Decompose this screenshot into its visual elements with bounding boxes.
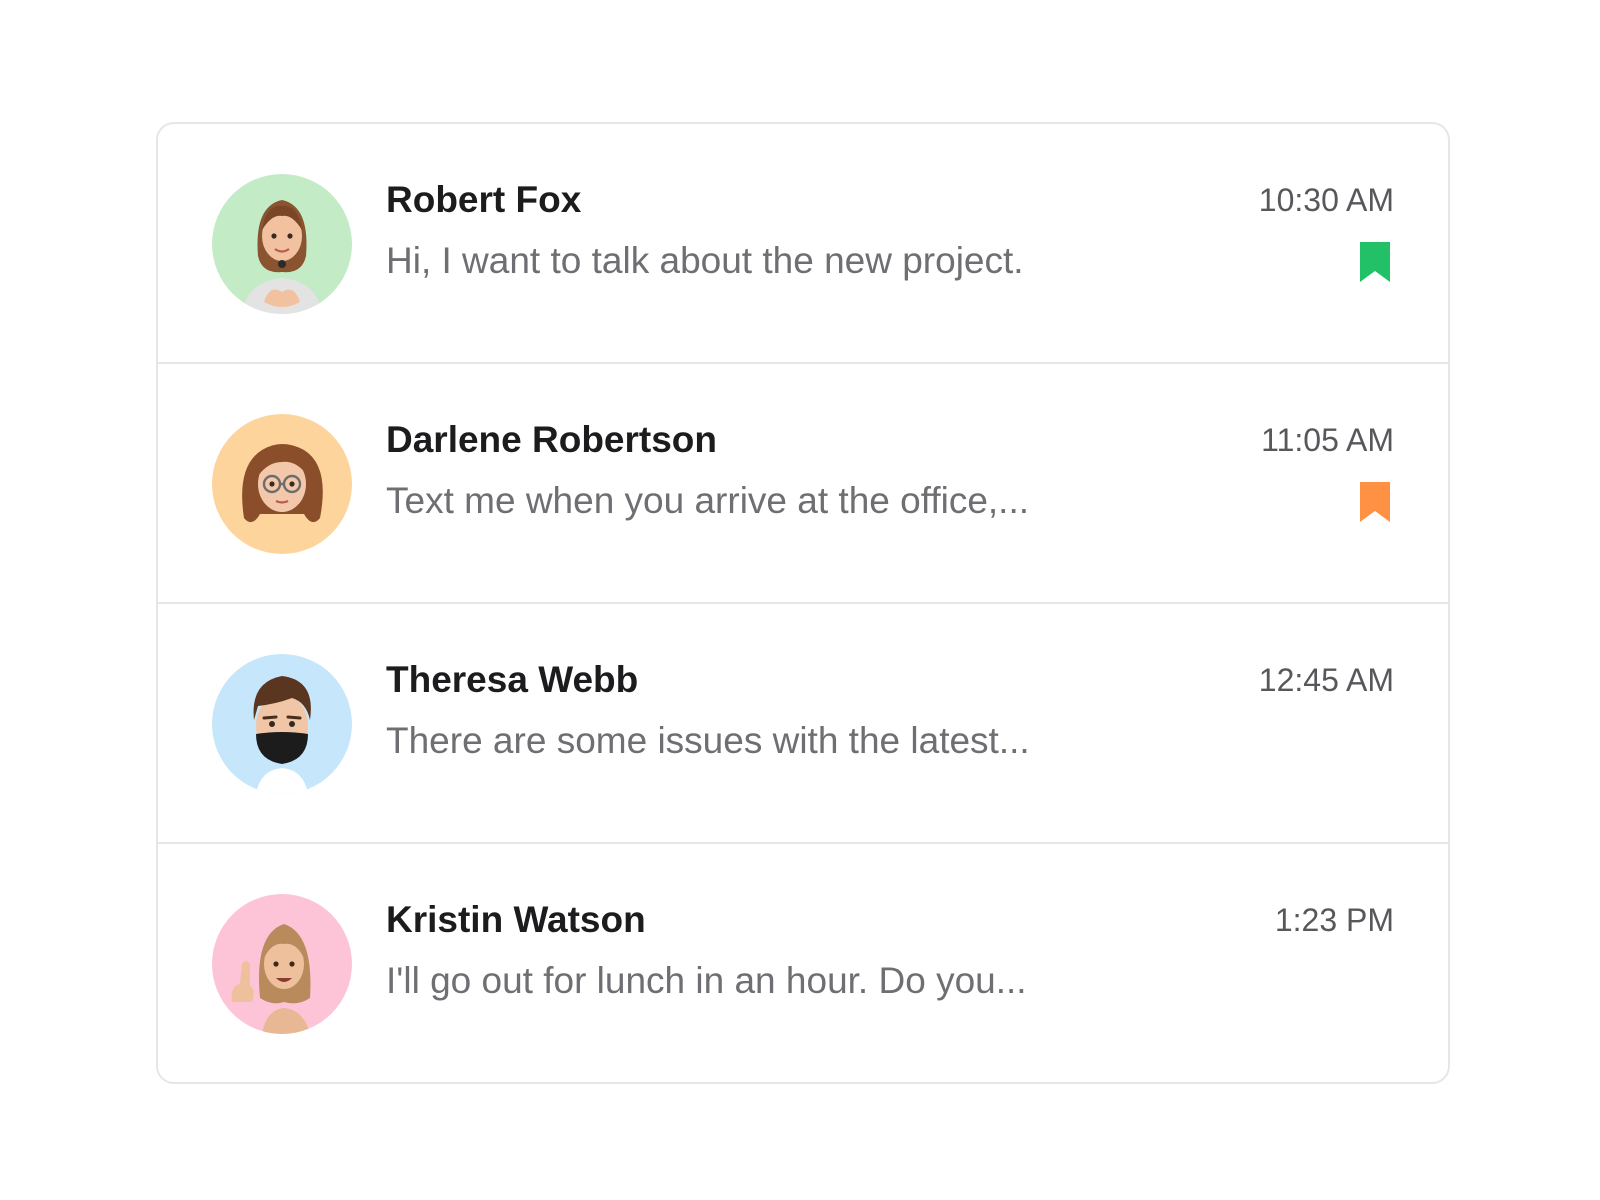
avatar-man-mask-icon (212, 654, 352, 794)
message-preview: Hi, I want to talk about the new project… (386, 240, 1024, 281)
message-row[interactable]: Theresa Webb 12:45 AM There are some iss… (158, 604, 1448, 844)
message-time: 12:45 AM (1258, 662, 1394, 698)
message-preview: There are some issues with the latest... (386, 720, 1030, 761)
avatar (212, 174, 352, 314)
message-time: 1:23 PM (1274, 902, 1394, 938)
message-row[interactable]: Darlene Robertson 11:05 AM Text me when … (158, 364, 1448, 604)
message-preview: I'll go out for lunch in an hour. Do you… (386, 960, 1027, 1001)
message-list: Robert Fox 10:30 AM Hi, I want to talk a… (156, 122, 1450, 1084)
message-time: 10:30 AM (1258, 182, 1394, 218)
avatar (212, 654, 352, 794)
message-preview: Text me when you arrive at the office,..… (386, 480, 1030, 521)
message-time: 11:05 AM (1261, 422, 1394, 458)
avatar-woman-glasses-icon (212, 414, 352, 554)
avatar (212, 894, 352, 1034)
avatar-woman-raised-finger-icon (212, 894, 352, 1034)
avatar-woman-heart-hands-icon (212, 174, 352, 314)
bookmark-icon[interactable] (1358, 240, 1392, 284)
contact-name: Theresa Webb (386, 659, 639, 700)
contact-name: Robert Fox (386, 179, 582, 220)
avatar (212, 414, 352, 554)
message-row[interactable]: Kristin Watson 1:23 PM I'll go out for l… (158, 844, 1448, 1082)
message-row[interactable]: Robert Fox 10:30 AM Hi, I want to talk a… (158, 124, 1448, 364)
contact-name: Kristin Watson (386, 899, 646, 940)
contact-name: Darlene Robertson (386, 419, 718, 460)
bookmark-icon[interactable] (1358, 480, 1392, 524)
